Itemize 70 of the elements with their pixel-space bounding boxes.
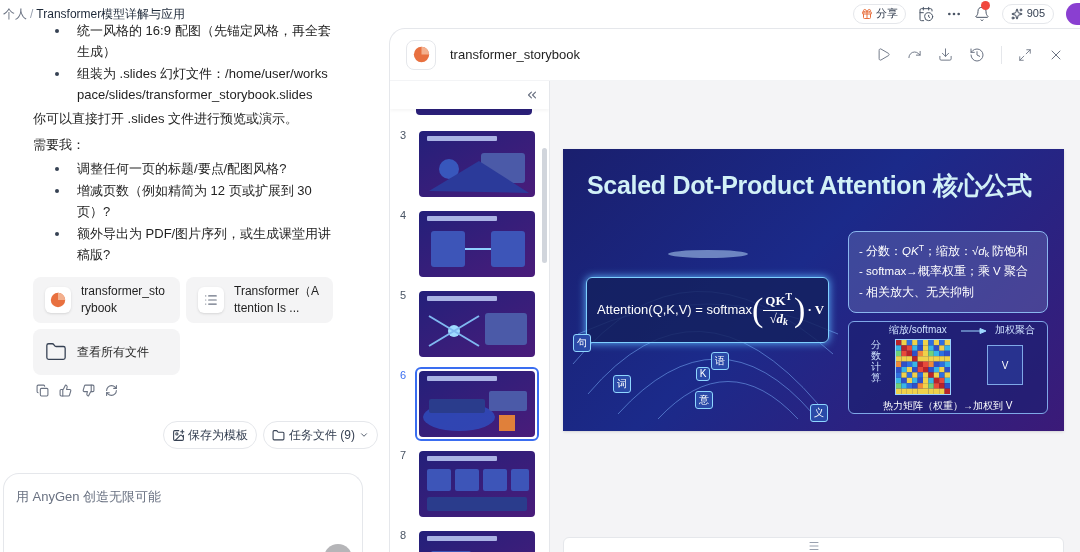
left-parenthesis: (	[752, 293, 764, 327]
pie-chart-icon	[50, 292, 66, 308]
history-icon[interactable]	[969, 46, 985, 63]
download-icon[interactable]	[938, 47, 953, 62]
key-point: - 相关放大、无关抑制	[859, 284, 976, 300]
output-box: V	[987, 345, 1023, 385]
key-point: - 分数：QK$^{T}$；缩放：√d$_{k}$ 防饱和	[859, 243, 1030, 261]
heatmap-caption: 热力矩阵（权重）→加权到 V	[883, 399, 1013, 413]
bullet-icon	[55, 167, 59, 171]
slide-number: 5	[399, 288, 408, 303]
token-tile: K	[696, 367, 710, 381]
play-icon[interactable]	[876, 47, 891, 62]
token-tile: 义	[810, 404, 828, 422]
list-item-text: 组装为 .slides 幻灯文件：/home/user/workspace/slides/transformer_storybook.slides	[77, 65, 329, 104]
thumbs-up-icon[interactable]	[59, 384, 72, 397]
calendar-icon[interactable]	[917, 5, 934, 22]
slide-number: 3	[399, 128, 408, 143]
grip-icon[interactable]	[807, 540, 820, 552]
list-item-text: 额外导出为 PDF/图片序列，或生成课堂用讲稿版?	[77, 225, 332, 264]
slide-number: 6	[399, 368, 408, 383]
bullet-icon	[55, 232, 59, 236]
expand-icon[interactable]	[1018, 47, 1032, 62]
list-item-text: 统一风格的 16:9 配图（先锚定风格，再全套生成）	[77, 22, 332, 61]
folder-icon	[272, 428, 285, 442]
message-input[interactable]: 用 AnyGen 创造无限可能	[16, 486, 350, 507]
bullet-icon	[55, 72, 59, 76]
folder-icon	[45, 341, 67, 363]
file-card[interactable]: Transformer（Attention Is ...	[186, 277, 333, 323]
list-item-text: 增减页数（例如精简为 12 页或扩展到 30 页）?	[77, 182, 313, 221]
token-tile: 句	[573, 334, 591, 352]
heatmap-label: 缩放/softmax	[889, 323, 947, 337]
bell-icon[interactable]	[973, 5, 990, 22]
breadcrumb-current: Transformer模型详解与应用	[36, 5, 186, 23]
formula-text: Attention(Q,K,V) = softmax	[597, 302, 752, 318]
avatar[interactable]	[1066, 2, 1080, 25]
right-parenthesis: )	[794, 293, 806, 327]
key-point: - softmax→概率权重；乘 V 聚合	[859, 264, 1029, 280]
thumbs-down-icon[interactable]	[82, 384, 95, 397]
slide-number: 8	[399, 528, 408, 543]
slide-title: Scaled Dot-Product Attention 核心公式	[587, 170, 1032, 201]
file-card[interactable]: 查看所有文件	[33, 329, 180, 375]
token-tile: 词	[613, 375, 631, 393]
slide-number: 4	[399, 208, 408, 223]
caret-icon	[359, 430, 369, 440]
pie-chart-icon	[412, 46, 430, 63]
formula-numerator: QK$^{T}$	[763, 293, 795, 311]
token-tile: 语	[711, 352, 729, 370]
list-icon	[204, 293, 218, 307]
formula-text: · V	[807, 301, 825, 320]
slide-number: 7	[399, 448, 408, 463]
heatmap-drawing	[895, 339, 951, 395]
sparkle-icon	[1010, 7, 1023, 20]
viewer-title: transformer_storybook	[450, 45, 582, 64]
paragraph: 需要我：	[33, 136, 86, 154]
heatmap-label: 加权聚合	[995, 323, 1035, 337]
file-card[interactable]: transformer_storybook	[33, 277, 180, 323]
heatmap-side-label: 分数计算	[871, 339, 881, 383]
copy-icon[interactable]	[36, 384, 49, 397]
list-item-text: 调整任何一页的标题/要点/配图风格?	[77, 160, 288, 178]
breadcrumb-link[interactable]: 个人	[3, 4, 27, 23]
breadcrumb-separator: /	[30, 5, 34, 23]
collapse-icon[interactable]	[525, 88, 539, 102]
bullet-icon	[55, 29, 59, 33]
paragraph: 你可以直接打开 .slides 文件进行预览或演示。	[33, 110, 300, 128]
refresh-icon[interactable]	[105, 384, 118, 397]
token-tile: 意	[695, 391, 713, 409]
bullet-icon	[55, 189, 59, 193]
gift-icon	[860, 7, 873, 20]
arrow-icon	[961, 328, 987, 334]
formula-denominator: √d$_{k}$	[769, 310, 788, 327]
